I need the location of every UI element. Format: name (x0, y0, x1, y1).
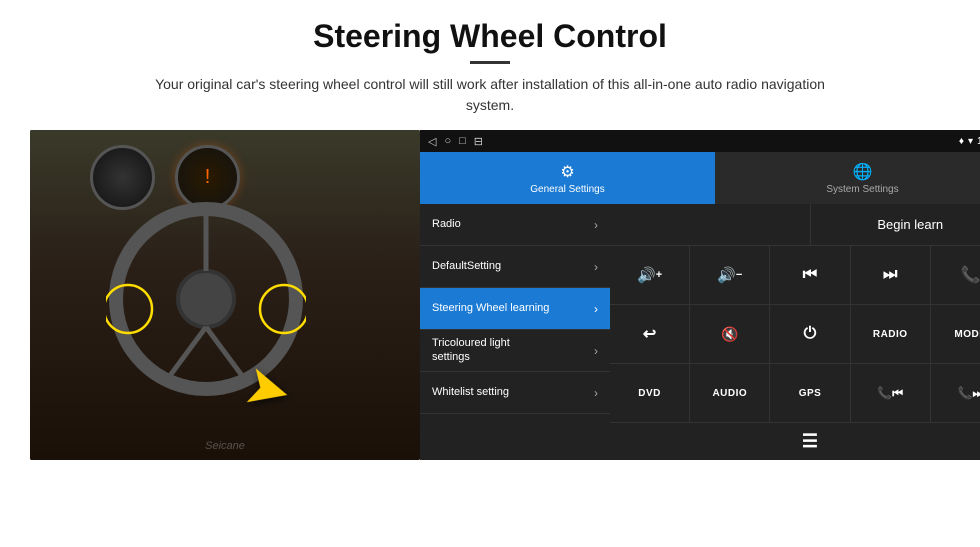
radio-label: RADIO (873, 329, 908, 340)
watermark-text: Seicane (205, 440, 245, 452)
gps-icon: ♦ (959, 136, 964, 147)
chevron-icon-tricoloured: › (594, 344, 598, 358)
mute-button[interactable]: 🔇 (689, 305, 769, 363)
back-call-button[interactable]: ↩ (610, 305, 689, 363)
home-icon[interactable]: ○ (444, 135, 451, 148)
gps-button[interactable]: GPS (769, 364, 849, 422)
btn-row-3: DVD AUDIO GPS 📞⏮ 📞⏭ (610, 364, 980, 422)
begin-learn-button[interactable]: Begin learn (810, 204, 980, 245)
back-icon[interactable]: ◁ (428, 135, 436, 148)
recents-icon[interactable]: □ (459, 135, 466, 148)
tab-system-label: System Settings (826, 184, 898, 195)
vol-up-button[interactable]: 🔊+ (610, 246, 689, 304)
menu-steering-label: Steering Wheel learning (432, 302, 549, 315)
wifi-icon: ▾ (968, 136, 973, 147)
phone-prev-button[interactable]: 📞⏮ (850, 364, 930, 422)
tab-bar: ⚙ General Settings 🌐 System Settings (420, 152, 980, 204)
page-subtitle: Your original car's steering wheel contr… (140, 74, 840, 116)
menu-steering-wheel[interactable]: Steering Wheel learning › (420, 288, 610, 330)
page-container: Steering Wheel Control Your original car… (0, 0, 980, 547)
main-area: Radio › DefaultSetting › Steering Wheel … (420, 204, 980, 460)
chevron-icon-steering: › (594, 302, 598, 316)
audio-label: AUDIO (712, 388, 747, 399)
menu-panel: Radio › DefaultSetting › Steering Wheel … (420, 204, 610, 460)
tab-system-settings[interactable]: 🌐 System Settings (715, 152, 980, 204)
steering-wheel-bg: ! (30, 130, 420, 460)
chevron-icon-whitelist: › (594, 386, 598, 400)
screenshot-icon[interactable]: ⊟ (474, 135, 483, 148)
menu-radio[interactable]: Radio › (420, 204, 610, 246)
phone-button[interactable]: 📞 (930, 246, 980, 304)
whitelist-row: ☰ (610, 422, 980, 460)
menu-whitelist-label: Whitelist setting (432, 386, 509, 399)
tab-general-label: General Settings (530, 184, 605, 195)
title-divider (470, 61, 510, 64)
button-grid: Begin learn 🔊+ 🔊− ⏮ ⏭ 📞 (610, 204, 980, 460)
vol-down-button[interactable]: 🔊− (689, 246, 769, 304)
menu-default-label: DefaultSetting (432, 260, 501, 273)
audio-button[interactable]: AUDIO (689, 364, 769, 422)
chevron-icon-default: › (594, 260, 598, 274)
tab-general-settings[interactable]: ⚙ General Settings (420, 152, 715, 204)
android-ui: ◁ ○ □ ⊟ ♦ ▾ 13:13 ⚙ General Settings (420, 130, 980, 460)
prev-track-button[interactable]: ⏮ (769, 246, 849, 304)
status-left: ◁ ○ □ ⊟ (428, 135, 483, 148)
btn-row-2: ↩ 🔇 ⏻ RADIO MODE (610, 305, 980, 364)
power-button[interactable]: ⏻ (769, 305, 849, 363)
gps-label: GPS (799, 388, 822, 399)
menu-tricoloured[interactable]: Tricoloured lightsettings › (420, 330, 610, 372)
car-image: ! (30, 130, 420, 460)
next-track-button[interactable]: ⏭ (850, 246, 930, 304)
whitelist-icon-button[interactable]: ☰ (610, 423, 980, 460)
system-settings-icon: 🌐 (853, 162, 873, 182)
control-button-rows: 🔊+ 🔊− ⏮ ⏭ 📞 ↩ 🔇 ⏻ RADIO MODE (610, 246, 980, 460)
status-right: ♦ ▾ 13:13 (959, 136, 980, 147)
dvd-label: DVD (638, 388, 661, 399)
mode-button[interactable]: MODE (930, 305, 980, 363)
phone-next-button[interactable]: 📞⏭ (930, 364, 980, 422)
menu-tricoloured-label: Tricoloured lightsettings (432, 337, 510, 363)
top-button-row: Begin learn (610, 204, 980, 246)
btn-row-1: 🔊+ 🔊− ⏮ ⏭ 📞 (610, 246, 980, 305)
mode-label: MODE (954, 329, 980, 340)
radio-button[interactable]: RADIO (850, 305, 930, 363)
content-row: ! (30, 130, 950, 460)
dvd-button[interactable]: DVD (610, 364, 689, 422)
page-title: Steering Wheel Control (313, 18, 667, 55)
general-settings-icon: ⚙ (560, 162, 574, 182)
menu-default-setting[interactable]: DefaultSetting › (420, 246, 610, 288)
empty-cell (610, 204, 810, 245)
chevron-icon-radio: › (594, 218, 598, 232)
menu-whitelist[interactable]: Whitelist setting › (420, 372, 610, 414)
status-bar: ◁ ○ □ ⊟ ♦ ▾ 13:13 (420, 130, 980, 152)
menu-radio-label: Radio (432, 218, 461, 231)
